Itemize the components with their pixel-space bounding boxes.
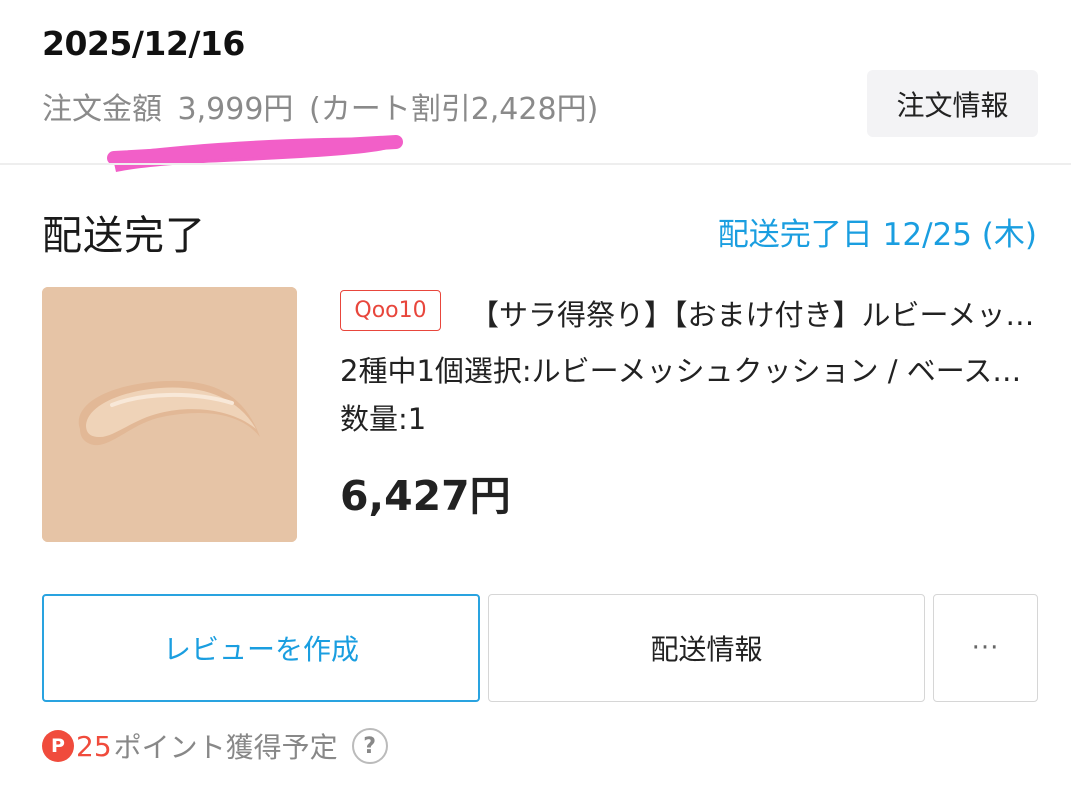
points-row: P 25 ポイント獲得予定 ? — [42, 726, 388, 766]
seller-badge: Qoo10 — [340, 290, 441, 331]
section-divider — [0, 163, 1071, 165]
order-date: 2025/12/16 — [42, 24, 245, 63]
delivery-completed-date: 配送完了日 12/25 (木) — [717, 217, 1037, 253]
order-amount-value: 3,999円 — [177, 92, 294, 127]
product-option: 2種中1個選択:ルビーメッシュクッション / ベースカラー — [340, 354, 1030, 388]
cart-discount: (カート割引2,428円) — [308, 92, 599, 127]
product-title[interactable]: 【サラ得祭り】【おまけ付き】ルビーメッシュクッション — [470, 292, 1035, 334]
points-label: ポイント獲得予定 — [113, 731, 338, 764]
points-value: 25 — [76, 729, 112, 763]
delivery-status: 配送完了 — [42, 213, 206, 259]
shipping-info-button[interactable]: 配送情報 — [488, 594, 925, 702]
product-quantity: 数量:1 — [340, 402, 427, 436]
more-options-button[interactable]: ··· — [933, 594, 1038, 702]
product-image[interactable] — [42, 287, 297, 542]
order-amount-label: 注文金額 — [42, 92, 162, 127]
foundation-swatch-image — [42, 287, 297, 542]
order-info-button[interactable]: 注文情報 — [867, 70, 1038, 137]
order-amount: 注文金額 3,999円 (カート割引2,428円) — [42, 84, 604, 128]
points-icon: P — [42, 730, 74, 762]
product-price: 6,427円 — [340, 472, 511, 520]
write-review-button[interactable]: レビューを作成 — [42, 594, 480, 702]
help-icon[interactable]: ? — [351, 728, 388, 764]
redaction-scribble — [107, 135, 403, 172]
order-card: 2025/12/16 注文金額 3,999円 (カート割引2,428円) 注文情… — [0, 0, 1071, 803]
